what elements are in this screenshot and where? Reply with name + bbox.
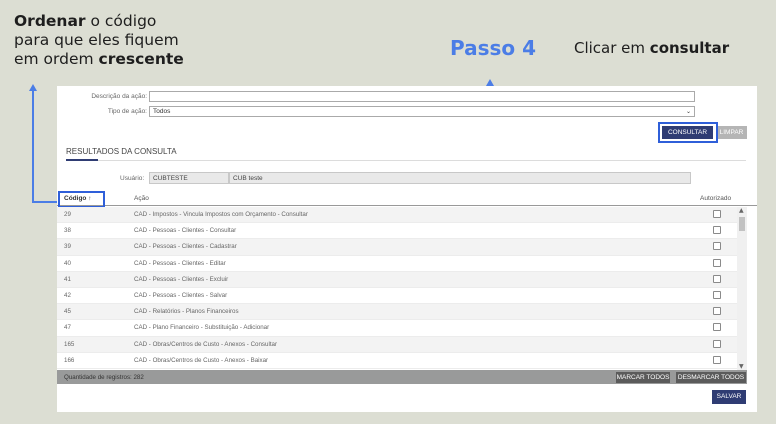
descricao-label: Descrição da ação:: [91, 93, 147, 100]
table-row[interactable]: 38 CAD - Pessoas - Clientes - Consultar: [57, 223, 737, 240]
screen-panel: Descrição da ação: Tipo de ação: Todos ⌄…: [57, 86, 757, 412]
consultar-highlight-box: [658, 122, 718, 143]
marcar-todos-button[interactable]: MARCAR TODOS: [616, 372, 670, 383]
cell-codigo: 42: [64, 291, 71, 299]
table-row[interactable]: 40 CAD - Pessoas - Clientes - Editar: [57, 256, 737, 272]
cell-acao: CAD - Pessoas - Clientes - Cadastrar: [134, 243, 237, 251]
cell-acao: CAD - Obras/Centros de Custo - Anexos - …: [134, 340, 278, 348]
table-row[interactable]: 166 CAD - Obras/Centros de Custo - Anexos…: [57, 353, 737, 369]
chevron-down-icon: ⌄: [685, 109, 691, 115]
cell-acao: CAD - Plano Financeiro - Substituição - …: [134, 324, 270, 332]
arrow-line-vertical-left: [32, 90, 34, 202]
table-row[interactable]: 45 CAD - Relatórios - Planos Financeiros: [57, 304, 737, 321]
autorizado-checkbox[interactable]: [713, 307, 721, 316]
autorizado-checkbox[interactable]: [713, 290, 721, 299]
instruction-bold-ordenar: Ordenar: [14, 12, 86, 30]
autorizado-checkbox[interactable]: [713, 339, 721, 348]
instruction-text-2: para que eles fiquem: [14, 31, 179, 49]
codigo-highlight-box: [58, 191, 105, 208]
autorizado-checkbox[interactable]: [713, 210, 721, 218]
scroll-up-icon[interactable]: ▲: [739, 207, 744, 214]
cell-codigo: 165: [64, 340, 75, 348]
autorizado-checkbox[interactable]: [713, 323, 721, 332]
table-body: 29 CAD - Impostos - Vincula Impostos com …: [57, 207, 737, 370]
autorizado-checkbox[interactable]: [713, 242, 721, 251]
table-row[interactable]: 29 CAD - Impostos - Vincula Impostos com …: [57, 207, 737, 224]
results-title-underline: [66, 159, 98, 161]
descricao-input[interactable]: [149, 91, 695, 102]
cell-acao: CAD - Obras/Centros de Custo - Anexos - …: [134, 356, 269, 364]
cell-acao: CAD - Relatórios - Planos Financeiros: [134, 308, 239, 316]
cell-acao: CAD - Pessoas - Clientes - Consultar: [134, 227, 237, 235]
table-row[interactable]: 42 CAD - Pessoas - Clientes - Salvar: [57, 288, 737, 305]
autorizado-checkbox[interactable]: [713, 226, 721, 235]
scroll-down-icon[interactable]: ▼: [739, 363, 744, 370]
cell-acao: CAD - Impostos - Vincula Impostos com Or…: [134, 211, 308, 218]
cell-codigo: 29: [64, 211, 71, 218]
autorizado-checkbox[interactable]: [713, 274, 721, 283]
table-header: Código ↑ Ação Autorizado: [57, 192, 757, 206]
table-scrollbar[interactable]: ▲ ▼: [737, 207, 747, 370]
desmarcar-todos-button[interactable]: DESMARCAR TODOS: [676, 372, 746, 383]
table-row[interactable]: 165 CAD - Obras/Centros de Custo - Anexos…: [57, 336, 737, 353]
instruction-bold-crescente: crescente: [98, 50, 184, 68]
usuario-code-field: CUBTESTE: [149, 172, 229, 184]
step-title: Passo 4: [450, 36, 537, 60]
cell-codigo: 39: [64, 243, 71, 251]
cell-codigo: 38: [64, 227, 71, 235]
tipo-select[interactable]: Todos ⌄: [149, 106, 695, 117]
column-header-autorizado[interactable]: Autorizado: [700, 195, 731, 202]
cell-codigo: 47: [64, 324, 71, 332]
column-header-acao[interactable]: Ação: [134, 195, 149, 202]
table-row[interactable]: 47 CAD - Plano Financeiro - Substituição …: [57, 320, 737, 337]
cell-codigo: 40: [64, 259, 71, 267]
step-text-bold: consultar: [649, 39, 730, 57]
cell-acao: CAD - Pessoas - Clientes - Editar: [134, 259, 226, 267]
tipo-label: Tipo de ação:: [107, 108, 147, 115]
instruction-text-1: o código: [85, 12, 157, 30]
instruction-sort-text: Ordenar o código para que eles fiquem em…: [14, 12, 254, 69]
table-row[interactable]: 39 CAD - Pessoas - Clientes - Cadastrar: [57, 239, 737, 256]
autorizado-checkbox[interactable]: [713, 355, 721, 364]
step-instruction: Clicar em consultar: [574, 39, 729, 57]
cell-codigo: 166: [64, 356, 75, 364]
cell-codigo: 41: [64, 275, 71, 283]
cell-codigo: 45: [64, 308, 71, 316]
results-divider: [66, 160, 746, 161]
step-text-rest: Clicar em: [574, 39, 650, 57]
salvar-button[interactable]: SALVAR: [712, 390, 746, 404]
record-count: Quantidade de registros: 282: [64, 374, 144, 381]
limpar-button[interactable]: LIMPAR: [716, 126, 747, 139]
autorizado-checkbox[interactable]: [713, 258, 721, 267]
table-row[interactable]: 41 CAD - Pessoas - Clientes - Excluir: [57, 271, 737, 288]
cell-acao: CAD - Pessoas - Clientes - Excluir: [134, 275, 229, 283]
scroll-thumb[interactable]: [739, 217, 745, 231]
cell-acao: CAD - Pessoas - Clientes - Salvar: [134, 291, 228, 299]
instruction-text-3: em ordem: [14, 50, 99, 68]
usuario-name-field: CUB teste: [229, 172, 691, 184]
results-title: RESULTADOS DA CONSULTA: [66, 147, 177, 156]
arrow-line-horizontal-left: [32, 201, 58, 203]
usuario-label: Usuário:: [120, 175, 145, 182]
tipo-select-value: Todos: [153, 108, 171, 115]
